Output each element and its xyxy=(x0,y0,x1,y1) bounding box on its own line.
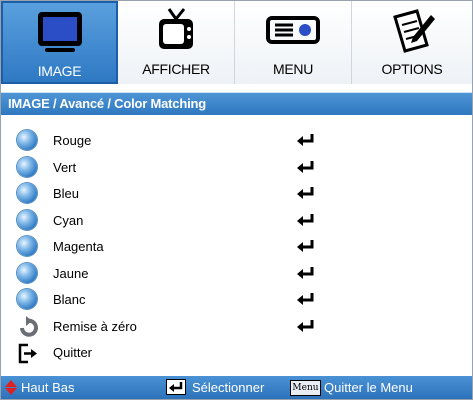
menu-item-magenta[interactable]: Magenta xyxy=(1,233,472,260)
menu-item-bleu[interactable]: Bleu xyxy=(1,180,472,207)
menu-item-jaune[interactable]: Jaune xyxy=(1,260,472,287)
menu-item-blanc[interactable]: Blanc xyxy=(1,286,472,313)
enter-icon xyxy=(297,266,314,279)
osd-menu: IMAGE AFFICHER MENU OPTIONS IMAGE / Avan… xyxy=(0,0,473,400)
menu-item-label: Magenta xyxy=(53,239,104,254)
tab-label: OPTIONS xyxy=(381,61,443,77)
enter-icon xyxy=(297,187,314,199)
tab-label: IMAGE xyxy=(37,63,82,79)
enter-icon xyxy=(297,213,314,226)
menu-item-label: Rouge xyxy=(53,133,92,148)
footer-bar: Haut Bas Sélectionner Menu Quitter le Me… xyxy=(1,376,472,399)
menu-item-remise-a-zero[interactable]: Remise à zéro xyxy=(1,313,472,340)
knob-icon xyxy=(17,236,39,258)
menu-item-label: Bleu xyxy=(53,186,80,201)
menu-item-cyan[interactable]: Cyan xyxy=(1,207,472,234)
breadcrumb-header: IMAGE / Avancé / Color Matching xyxy=(1,92,472,115)
tab-bar: IMAGE AFFICHER MENU OPTIONS xyxy=(1,1,472,84)
menu-item-label: Remise à zéro xyxy=(53,318,137,334)
menu-item-label: Vert xyxy=(53,159,77,175)
enter-icon xyxy=(297,134,314,146)
notepad-pen-icon xyxy=(352,7,472,53)
footer-nav-label: Haut Bas xyxy=(21,380,75,395)
menu-item-vert[interactable]: Vert xyxy=(1,154,472,181)
footer-select-label: Sélectionner xyxy=(192,380,265,395)
projector-icon xyxy=(235,7,351,53)
enter-key-icon xyxy=(166,379,186,395)
knob-icon xyxy=(17,289,39,311)
menu-list: Rouge Vert Bleu Cyan Magenta Jaune Blanc… xyxy=(1,127,472,366)
enter-icon xyxy=(297,319,314,332)
knob-icon xyxy=(17,156,39,179)
exit-icon xyxy=(17,342,39,364)
knob-icon xyxy=(17,209,39,232)
reset-icon xyxy=(17,315,39,338)
menu-item-label: Jaune xyxy=(53,265,89,281)
menu-item-label: Quitter xyxy=(53,345,93,360)
menu-item-rouge[interactable]: Rouge xyxy=(1,127,472,154)
tab-afficher[interactable]: AFFICHER xyxy=(118,1,235,84)
up-down-arrow-icon xyxy=(5,380,17,395)
knob-icon xyxy=(17,130,39,152)
enter-icon xyxy=(297,240,314,252)
tab-image[interactable]: IMAGE xyxy=(1,1,118,84)
menu-item-label: Cyan xyxy=(53,212,84,228)
footer-exit-label: Quitter le Menu xyxy=(324,380,413,395)
page-title: IMAGE / Avancé / Color Matching xyxy=(8,96,206,111)
tab-label: AFFICHER xyxy=(142,61,210,77)
tab-label: MENU xyxy=(272,61,314,77)
tv-icon xyxy=(118,7,234,53)
monitor-icon xyxy=(3,9,116,55)
knob-icon xyxy=(17,183,39,205)
tab-menu[interactable]: MENU xyxy=(235,1,352,84)
enter-icon xyxy=(297,293,314,305)
menu-item-label: Blanc xyxy=(53,292,86,307)
menu-key-icon: Menu xyxy=(290,380,321,396)
tab-options[interactable]: OPTIONS xyxy=(352,1,472,84)
knob-icon xyxy=(17,262,39,285)
menu-item-quitter[interactable]: Quitter xyxy=(1,339,472,366)
enter-icon xyxy=(297,160,314,173)
